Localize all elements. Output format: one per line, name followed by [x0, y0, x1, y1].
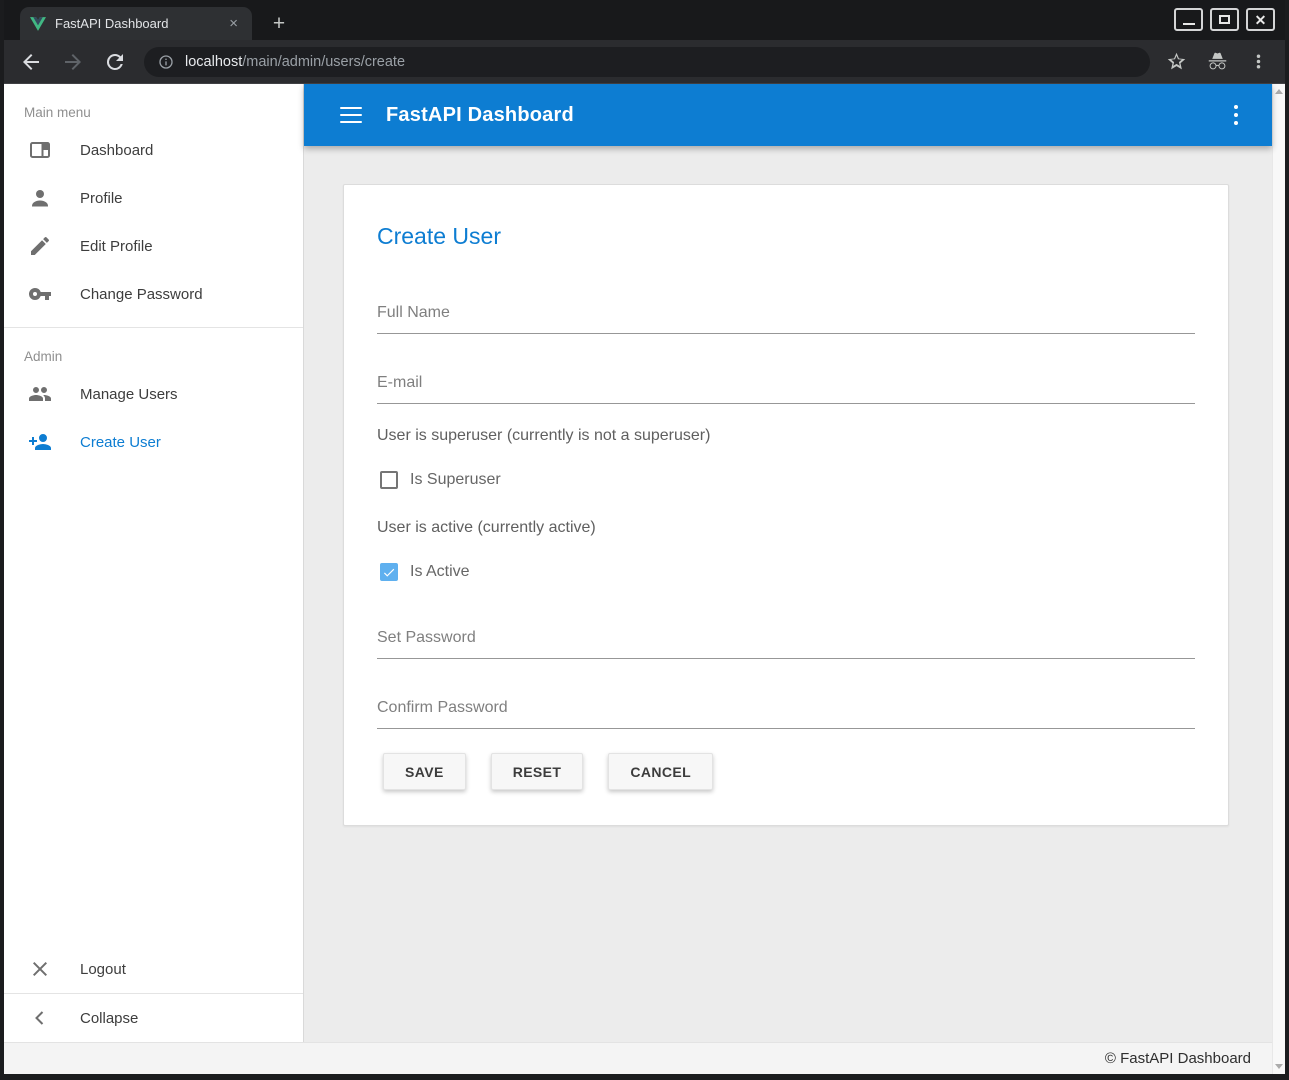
minimize-icon — [1183, 23, 1195, 25]
is-superuser-checkbox[interactable] — [380, 471, 398, 489]
is-active-label[interactable]: Is Active — [410, 563, 470, 581]
scroll-up-arrow-icon[interactable] — [1275, 89, 1283, 94]
is-active-checkbox[interactable] — [380, 563, 398, 581]
sidebar-item-label: Create User — [80, 434, 161, 451]
web-page: Main menu Dashboard Profile — [4, 84, 1285, 1074]
email-label: E-mail — [377, 374, 1195, 392]
input-underline — [377, 403, 1195, 404]
key-icon — [28, 282, 52, 306]
sidebar-item-manage-users[interactable]: Manage Users — [4, 370, 303, 418]
active-hint: User is active (currently active) — [377, 519, 1195, 537]
hamburger-menu-icon[interactable] — [340, 107, 362, 124]
page-title: Create User — [377, 185, 1195, 250]
reset-button[interactable]: RESET — [491, 753, 584, 790]
toolbar-right — [1166, 51, 1269, 72]
page-footer: © FastAPI Dashboard — [4, 1042, 1272, 1074]
input-underline — [377, 658, 1195, 659]
tab-close-icon[interactable]: × — [225, 14, 242, 33]
people-icon — [28, 382, 52, 406]
sidebar-item-label: Change Password — [80, 286, 203, 303]
person-add-icon — [28, 430, 52, 454]
confirm-password-field[interactable]: Confirm Password — [377, 699, 1195, 729]
sidebar-item-label: Collapse — [80, 1010, 138, 1027]
sidebar-item-label: Profile — [80, 190, 123, 207]
create-user-card: Create User Full Name E-mail User is sup… — [343, 184, 1229, 826]
check-icon — [382, 565, 396, 580]
kebab-menu-icon[interactable] — [1248, 51, 1269, 72]
appbar-kebab-menu-icon[interactable] — [1234, 105, 1239, 126]
chevron-left-icon — [28, 1006, 52, 1030]
tab-title: FastAPI Dashboard — [55, 16, 225, 31]
dashboard-icon — [28, 138, 52, 162]
app-bar: FastAPI Dashboard — [304, 84, 1272, 146]
sidebar-item-collapse[interactable]: Collapse — [4, 994, 303, 1042]
sidebar-item-label: Logout — [80, 961, 126, 978]
email-field[interactable]: E-mail — [377, 374, 1195, 404]
incognito-icon[interactable] — [1207, 51, 1228, 72]
reload-button[interactable] — [103, 50, 127, 74]
sidebar-item-label: Dashboard — [80, 142, 153, 159]
sidebar-spacer — [4, 466, 303, 945]
scroll-down-arrow-icon[interactable] — [1275, 1064, 1283, 1069]
sidebar-section-header-main: Main menu — [4, 84, 303, 126]
sidebar-item-profile[interactable]: Profile — [4, 174, 303, 222]
back-button[interactable] — [19, 50, 43, 74]
maximize-button[interactable] — [1210, 8, 1239, 31]
close-icon: ✕ — [1255, 13, 1267, 27]
cancel-button[interactable]: CANCEL — [608, 753, 713, 790]
input-underline — [377, 333, 1195, 334]
sidebar-item-edit-profile[interactable]: Edit Profile — [4, 222, 303, 270]
maximize-icon — [1219, 15, 1230, 24]
tab-strip: FastAPI Dashboard × + ✕ — [4, 0, 1285, 40]
vue-logo-icon — [30, 16, 46, 32]
content-area: Create User Full Name E-mail User is sup… — [304, 146, 1272, 1042]
app-title: FastAPI Dashboard — [386, 104, 574, 127]
set-password-field[interactable]: Set Password — [377, 629, 1195, 659]
main-area: FastAPI Dashboard Create User Full Name … — [304, 84, 1272, 1042]
sidebar-item-logout[interactable]: Logout — [4, 945, 303, 993]
person-icon — [28, 186, 52, 210]
full-name-field[interactable]: Full Name — [377, 304, 1195, 334]
back-icon — [19, 50, 43, 74]
minimize-button[interactable] — [1174, 8, 1203, 31]
sidebar-item-create-user[interactable]: Create User — [4, 418, 303, 466]
window-controls: ✕ — [1174, 8, 1275, 31]
set-password-label: Set Password — [377, 629, 1195, 647]
is-superuser-label[interactable]: Is Superuser — [410, 471, 501, 489]
sidebar-item-label: Manage Users — [80, 386, 178, 403]
is-superuser-row: Is Superuser — [377, 471, 1195, 489]
page-scrollbar[interactable] — [1272, 84, 1285, 1074]
reload-icon — [103, 50, 127, 74]
pencil-icon — [28, 234, 52, 258]
sidebar-item-change-password[interactable]: Change Password — [4, 270, 303, 318]
info-icon[interactable] — [158, 54, 174, 70]
save-button[interactable]: SAVE — [383, 753, 466, 790]
bookmark-star-icon[interactable] — [1166, 51, 1187, 72]
confirm-password-label: Confirm Password — [377, 699, 1195, 717]
forward-icon — [61, 50, 85, 74]
browser-toolbar: localhost/main/admin/users/create — [4, 40, 1285, 84]
address-bar[interactable]: localhost/main/admin/users/create — [144, 47, 1150, 77]
browser-tab[interactable]: FastAPI Dashboard × — [20, 7, 252, 40]
sidebar-section-header-admin: Admin — [4, 328, 303, 370]
form-buttons: SAVE RESET CANCEL — [383, 753, 1195, 790]
input-underline — [377, 728, 1195, 729]
forward-button[interactable] — [61, 50, 85, 74]
url-host: localhost — [185, 54, 242, 70]
sidebar-item-label: Edit Profile — [80, 238, 153, 255]
sidebar-item-dashboard[interactable]: Dashboard — [4, 126, 303, 174]
sidebar: Main menu Dashboard Profile — [4, 84, 304, 1042]
close-window-button[interactable]: ✕ — [1246, 8, 1275, 31]
url-path: /main/admin/users/create — [242, 54, 405, 70]
close-x-icon — [28, 957, 52, 981]
browser-window: FastAPI Dashboard × + ✕ localhost/main/a… — [0, 0, 1289, 1080]
new-tab-button[interactable]: + — [266, 11, 292, 37]
full-name-label: Full Name — [377, 304, 1195, 322]
is-active-row: Is Active — [377, 563, 1195, 581]
superuser-hint: User is superuser (currently is not a su… — [377, 427, 1195, 445]
copyright-text: © FastAPI Dashboard — [1105, 1050, 1251, 1067]
